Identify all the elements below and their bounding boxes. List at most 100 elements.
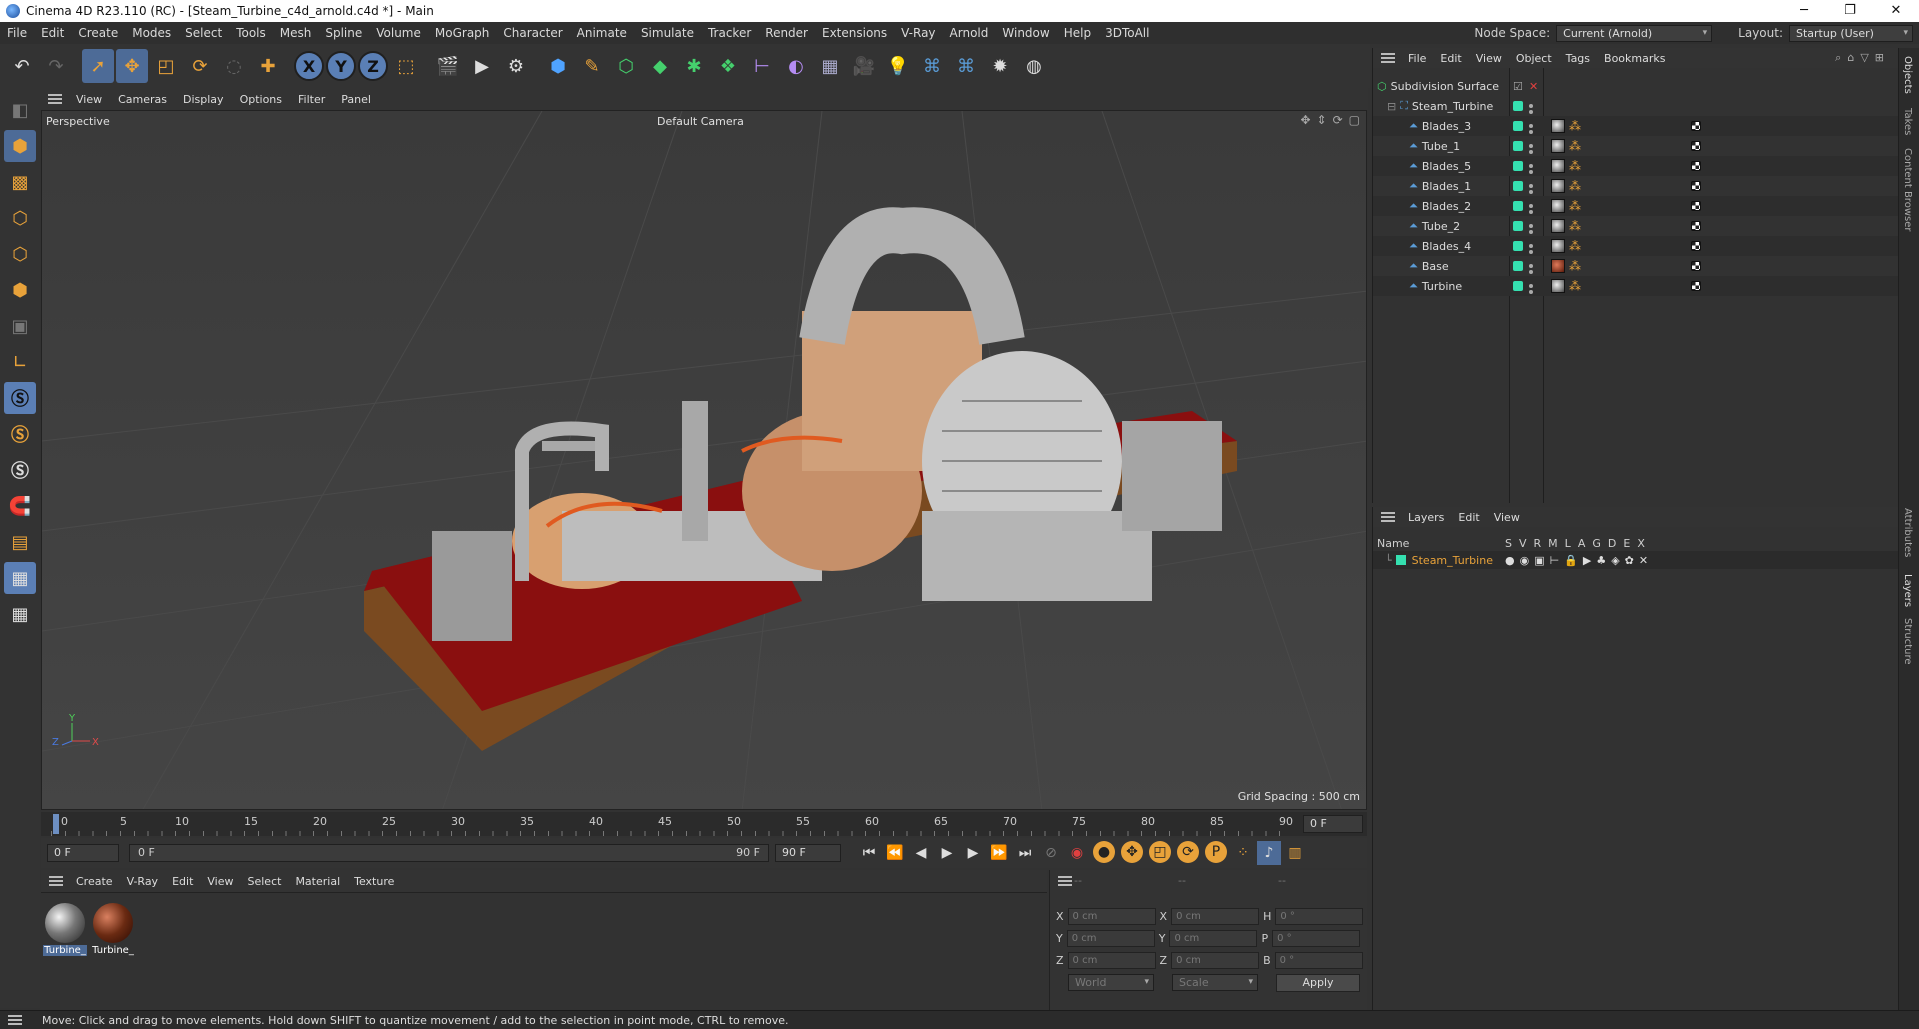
layer-menu-edit[interactable]: Edit (1451, 511, 1486, 524)
material-tag-icon[interactable] (1551, 159, 1565, 173)
layer-color-icon[interactable] (1513, 161, 1523, 171)
timeline-ruler[interactable]: 0 5 10 15 20 25 30 35 40 45 50 55 60 65 … (41, 812, 1367, 836)
material-tag-icon[interactable] (1551, 179, 1565, 193)
visibility-dots-icon[interactable] (1529, 204, 1533, 208)
snap-settings-icon[interactable]: Ⓢ (4, 418, 36, 450)
scale-dropdown[interactable]: Scale (1172, 974, 1258, 991)
orbit-icon[interactable]: ⟳ (1333, 113, 1343, 127)
material-tag-icon[interactable] (1551, 219, 1565, 233)
menu-modes[interactable]: Modes (125, 22, 178, 44)
material-menu-vray[interactable]: V-Ray (120, 875, 166, 888)
size-x-field[interactable]: 0 cm (1171, 908, 1260, 925)
layer-color-icon[interactable] (1513, 101, 1523, 111)
om-menu-object[interactable]: Object (1509, 52, 1559, 65)
layer-color-icon[interactable] (1513, 281, 1523, 291)
layer-menu-view[interactable]: View (1487, 511, 1527, 524)
menu-extensions[interactable]: Extensions (815, 22, 894, 44)
points-mode-icon[interactable]: ⬡ (4, 202, 36, 234)
menu-window[interactable]: Window (995, 22, 1056, 44)
viewport-menu-view[interactable]: View (68, 93, 110, 106)
minimize-button[interactable]: ─ (1781, 0, 1827, 22)
gear-icon[interactable]: ✹ (984, 49, 1016, 83)
phong-tag-icon[interactable]: ⁂ (1569, 239, 1581, 253)
phong-tag-icon[interactable]: ⁂ (1569, 139, 1581, 153)
cloner-icon[interactable]: ❖ (712, 49, 744, 83)
add-object-icon[interactable]: ✚ (252, 49, 284, 83)
menu-create[interactable]: Create (71, 22, 125, 44)
material-tag-icon[interactable] (1551, 239, 1565, 253)
phong-tag-icon[interactable]: ⁂ (1569, 259, 1581, 273)
rotation-h-field[interactable]: 0 ° (1275, 908, 1364, 925)
key-position-icon[interactable]: ✥ (1121, 841, 1143, 863)
menu-file[interactable]: File (0, 22, 34, 44)
python-generator-icon[interactable]: ⌘ (950, 49, 982, 83)
object-menu-icon[interactable] (1381, 53, 1395, 63)
object-row[interactable]: ⬡ Subdivision Surface ☑ ✕ (1373, 76, 1899, 96)
prev-key-icon[interactable]: ⏪ (883, 841, 907, 865)
object-row[interactable]: ⏶ Blades_5 ⁂ (1373, 156, 1899, 176)
object-row[interactable]: ⏶ Blades_1 ⁂ (1373, 176, 1899, 196)
snap-icon[interactable]: Ⓢ (4, 382, 36, 414)
object-row[interactable]: ⏶ Blades_4 ⁂ (1373, 236, 1899, 256)
material-menu-material[interactable]: Material (288, 875, 347, 888)
material-tag-icon[interactable] (1551, 259, 1565, 273)
tab-layers[interactable]: Layers (1902, 574, 1913, 607)
globe-icon[interactable]: ◍ (1018, 49, 1050, 83)
floor-object-icon[interactable]: ▦ (814, 49, 846, 83)
menu-simulate[interactable]: Simulate (634, 22, 701, 44)
coords-menu-icon[interactable] (1058, 876, 1072, 886)
render-picture-viewer-icon[interactable]: ▶ (466, 49, 498, 83)
menu-mesh[interactable]: Mesh (273, 22, 319, 44)
next-frame-icon[interactable]: ▶ (961, 841, 985, 865)
bend-deformer-icon[interactable]: ⊢ (746, 49, 778, 83)
menu-tools[interactable]: Tools (229, 22, 273, 44)
quantize-icon[interactable]: Ⓢ (4, 454, 36, 486)
live-selection-icon[interactable]: ◌ (218, 49, 250, 83)
viewport-menu-cameras[interactable]: Cameras (110, 93, 175, 106)
uvw-tag-icon[interactable] (1691, 181, 1701, 191)
model-mode-icon[interactable]: ⬢ (4, 130, 36, 162)
polygons-mode-icon[interactable]: ⬢ (4, 274, 36, 306)
subdivision-surface-icon[interactable]: ⬡ (610, 49, 642, 83)
menu-animate[interactable]: Animate (570, 22, 634, 44)
layer-color-icon[interactable] (1513, 201, 1523, 211)
uvw-tag-icon[interactable] (1691, 221, 1701, 231)
material-menu-edit[interactable]: Edit (165, 875, 200, 888)
material-tag-icon[interactable] (1551, 139, 1565, 153)
object-row[interactable]: ⏶ Tube_2 ⁂ (1373, 216, 1899, 236)
viewport-menu-panel[interactable]: Panel (333, 93, 379, 106)
rotate-tool-icon[interactable]: ⟳ (184, 49, 216, 83)
viewport-menu-icon[interactable] (48, 94, 62, 104)
layer-color-icon[interactable] (1513, 141, 1523, 151)
om-menu-tags[interactable]: Tags (1559, 52, 1597, 65)
menu-mograph[interactable]: MoGraph (428, 22, 497, 44)
phong-tag-icon[interactable]: ⁂ (1569, 219, 1581, 233)
uvw-tag-icon[interactable] (1691, 201, 1701, 211)
status-menu-icon[interactable] (8, 1015, 22, 1025)
tab-objects[interactable]: Objects (1902, 56, 1913, 94)
layer-row[interactable]: └ Steam_Turbine ●◉▣⊢🔒▶♣◈✿✕ (1373, 551, 1899, 569)
om-menu-view[interactable]: View (1469, 52, 1509, 65)
camera-label[interactable]: Default Camera (657, 115, 744, 128)
material-tag-icon[interactable] (1551, 199, 1565, 213)
uvw-tag-icon[interactable] (1691, 141, 1701, 151)
record-icon[interactable]: ⊘ (1039, 841, 1063, 865)
array-icon[interactable]: ✱ (678, 49, 710, 83)
coordinate-system-icon[interactable]: ⬚ (390, 49, 422, 83)
layer-color-icon[interactable] (1513, 181, 1523, 191)
locked-workplane-icon[interactable]: ▦ (4, 562, 36, 594)
range-slider[interactable]: 0 F 90 F (129, 844, 769, 862)
playhead[interactable] (53, 814, 59, 834)
pen-spline-icon[interactable]: ✎ (576, 49, 608, 83)
axis-z-button[interactable]: Z (358, 51, 388, 81)
select-cursor-icon[interactable]: ➚ (82, 49, 114, 83)
layer-color-icon[interactable] (1513, 261, 1523, 271)
uvw-tag-icon[interactable] (1691, 121, 1701, 131)
layer-toggle-icons[interactable]: ●◉▣⊢🔒▶♣◈✿✕ (1505, 554, 1653, 567)
goto-end-icon[interactable]: ⏭ (1013, 841, 1037, 865)
material-swatch[interactable]: Turbine_ (91, 903, 135, 956)
menu-vray[interactable]: V-Ray (894, 22, 942, 44)
autokey-icon[interactable]: ◉ (1065, 841, 1089, 865)
expand-icon[interactable]: ⊟ (1387, 100, 1396, 113)
position-y-field[interactable]: 0 cm (1066, 930, 1155, 947)
